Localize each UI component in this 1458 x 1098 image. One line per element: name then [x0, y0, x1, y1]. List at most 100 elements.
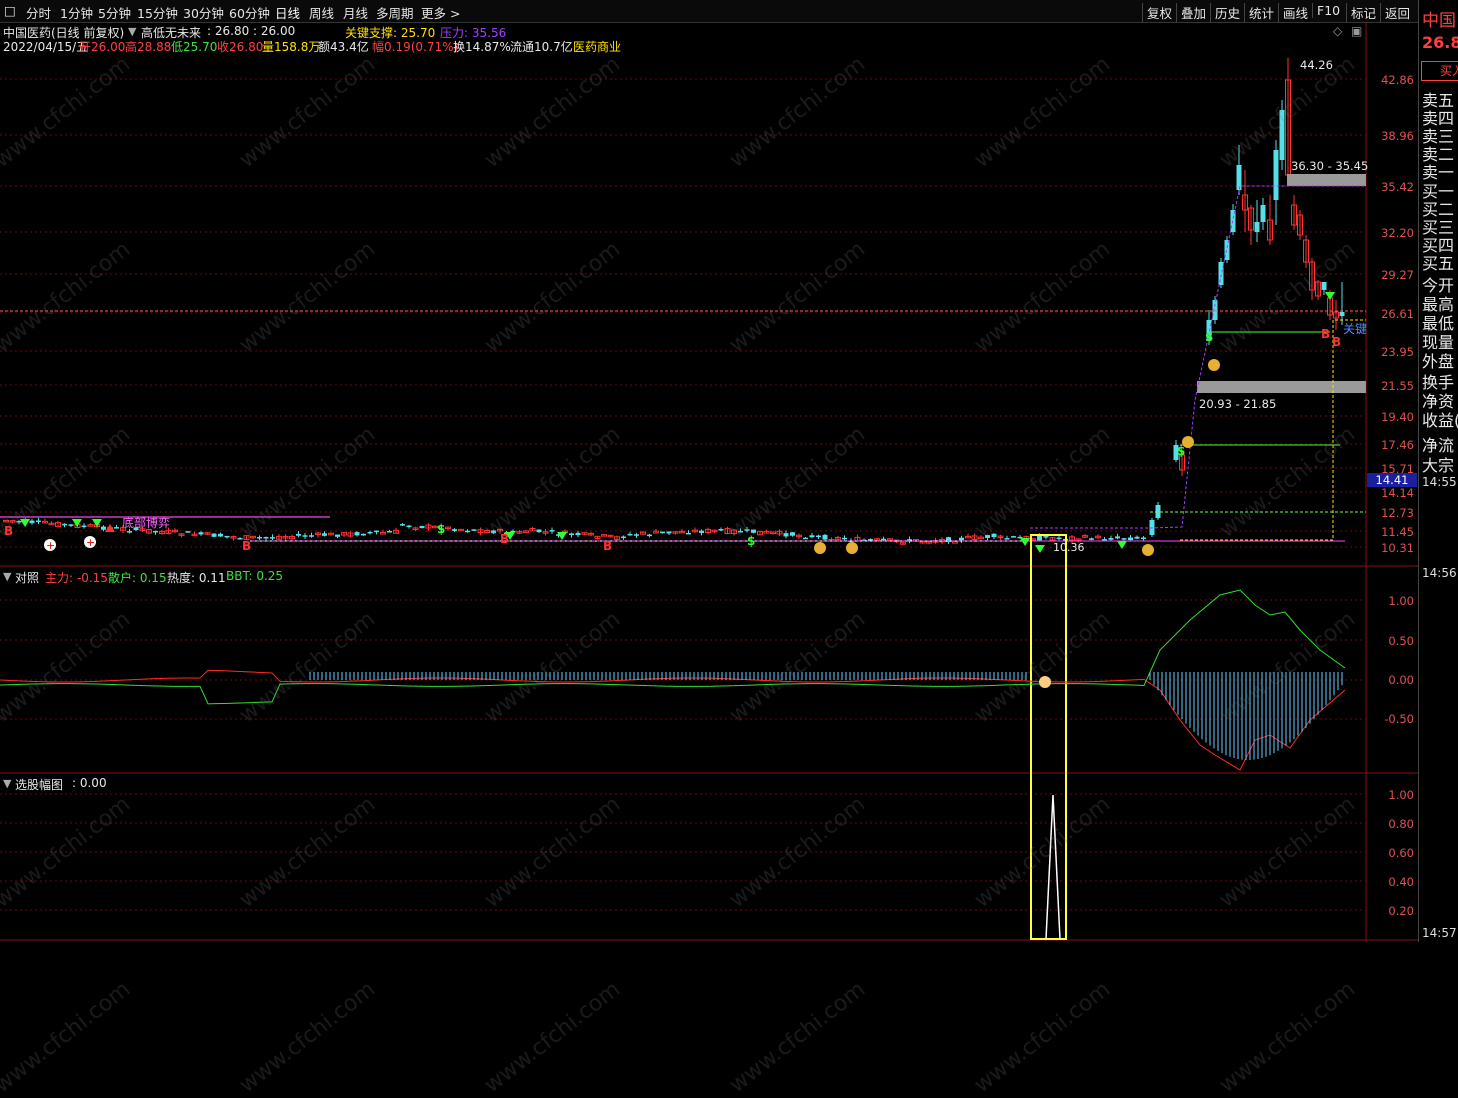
b-signal-marker: B: [1321, 327, 1330, 341]
candle-body: [257, 537, 262, 539]
candle-body: [1321, 282, 1327, 290]
price-tick: 26.61: [1381, 307, 1414, 321]
candle-body: [627, 533, 633, 536]
price-tick: 12.73: [1381, 506, 1414, 520]
candle-body: [1212, 300, 1218, 320]
candle-body: [335, 534, 340, 537]
candle-body: [406, 525, 412, 528]
kline-chart[interactable]: BB B BBB+ +$$$$: [0, 0, 1418, 942]
watermark-text: www.cfchi.com: [969, 976, 1116, 1098]
candle-body: [153, 530, 158, 533]
current-price-tag: 14.41: [1367, 473, 1417, 487]
price-tick: 21.55: [1381, 379, 1414, 393]
sub2-tick: 0.60: [1388, 846, 1414, 860]
candle-body: [452, 529, 457, 531]
candle-body: [1218, 262, 1224, 285]
candle-body: [1134, 536, 1140, 539]
dollar-signal-marker: $: [437, 522, 445, 536]
price-tick: 42.86: [1381, 73, 1414, 87]
candle-body: [1254, 222, 1260, 232]
candle-body: [1089, 538, 1094, 540]
pressure-line: [1030, 185, 1366, 529]
candle-body: [868, 539, 873, 541]
bottom-game-label: 底部博弈: [122, 516, 171, 530]
candle-body: [127, 531, 132, 533]
sell-signal-marker: [1035, 545, 1045, 553]
upper-price-zone: [1287, 174, 1366, 186]
price-tick: 14.14: [1381, 486, 1414, 500]
candle-body: [354, 532, 360, 536]
candle-body: [959, 537, 964, 541]
watermark-text: www.cfchi.com: [0, 976, 136, 1098]
sub2-tick: 1.00: [1388, 788, 1414, 802]
plus-marker-glyph: +: [46, 539, 55, 552]
price-tick: 29.27: [1381, 268, 1414, 282]
candle-body: [1115, 536, 1120, 539]
sub1-tick: 0.00: [1388, 673, 1414, 687]
candle-body: [549, 530, 555, 532]
sub2-collapse-icon[interactable]: ▼: [3, 777, 11, 790]
lower-price-zone: [1197, 381, 1366, 393]
candle-body: [1043, 536, 1049, 538]
candle-body: [68, 524, 74, 526]
candle-body: [952, 541, 958, 544]
candle-body: [751, 529, 756, 533]
sub1-main-force: 主力: -0.15: [45, 571, 108, 585]
panel-price: 26.8: [1422, 33, 1458, 52]
buy-button[interactable]: 买入: [1421, 61, 1458, 81]
low-price-label: 10.36: [1053, 541, 1085, 554]
candle-body: [985, 535, 990, 538]
candle-body: [62, 523, 67, 526]
candle-body: [803, 537, 808, 540]
candle-body: [367, 531, 373, 534]
candle-body: [224, 535, 230, 538]
b-signal-marker: B: [4, 524, 13, 538]
candle-body: [523, 530, 529, 533]
money-bag-icon: [814, 542, 826, 554]
sub1-name: 对照: [15, 571, 40, 585]
candle-body: [1339, 312, 1345, 316]
block-trade-label: 大宗: [1422, 456, 1455, 475]
candle-body: [1273, 150, 1279, 200]
candle-body: [1108, 538, 1114, 540]
money-bag-icon: [1208, 359, 1220, 371]
candle-body: [387, 531, 392, 533]
watermark-text: www.cfchi.com: [724, 976, 871, 1098]
dollar-signal-marker: $: [1205, 330, 1213, 344]
sub2-tick: 0.20: [1388, 904, 1414, 918]
candle-body: [569, 533, 574, 535]
hand-cursor-icon: [1039, 676, 1051, 688]
candle-body: [114, 527, 119, 529]
money-bag-icon: [1142, 544, 1154, 556]
buy-signal-marker: [105, 524, 115, 532]
upper-zone-label: 36.30 - 35.45: [1291, 159, 1369, 173]
candle-body: [666, 531, 672, 534]
sub2-tick: 0.40: [1388, 875, 1414, 889]
trade-time: 14:57: [1422, 926, 1457, 940]
candle-body: [621, 536, 626, 539]
candle-body: [309, 535, 314, 537]
candle-body: [263, 536, 269, 539]
candle-body: [1056, 537, 1062, 540]
sub1-tick: 1.00: [1388, 594, 1414, 608]
b-signal-marker: B: [1332, 335, 1341, 349]
candle-body: [1141, 537, 1146, 540]
sub1-bbt: BBT: 0.25: [226, 569, 284, 583]
sub2-tick: 0.80: [1388, 817, 1414, 831]
trade-time: 14:56: [1422, 566, 1457, 580]
candle-body: [471, 529, 477, 531]
price-tick: 23.95: [1381, 345, 1414, 359]
candle-body: [1236, 165, 1242, 190]
candle-body: [634, 534, 639, 536]
candle-body: [419, 526, 425, 528]
bid5-label: 买五: [1422, 254, 1455, 273]
candle-body: [29, 520, 35, 524]
candle-body: [87, 524, 94, 527]
candle-body: [374, 530, 379, 533]
b-signal-marker: B: [242, 539, 251, 553]
sub1-collapse-icon[interactable]: ▼: [3, 570, 11, 583]
b-signal-marker: B: [603, 539, 612, 553]
price-tick: 11.45: [1381, 525, 1414, 539]
support-line: [1180, 319, 1366, 541]
key-label: 关键: [1343, 322, 1368, 336]
